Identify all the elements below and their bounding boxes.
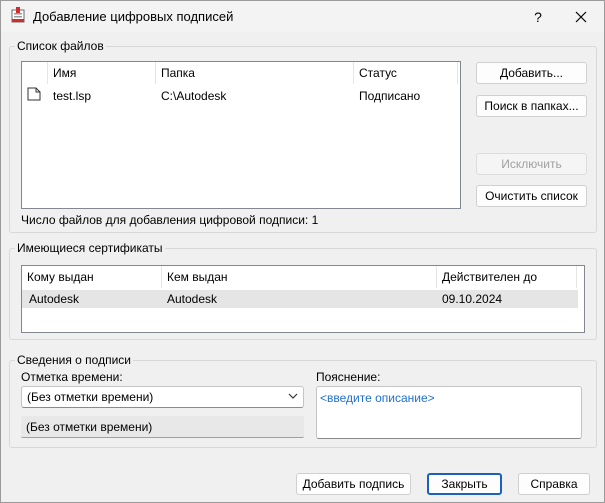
add-signature-button[interactable]: Добавить подпись xyxy=(296,473,411,495)
close-icon xyxy=(575,11,587,22)
window-title: Добавление цифровых подписей xyxy=(33,9,234,24)
close-button[interactable]: Закрыть xyxy=(427,473,502,495)
clear-list-button[interactable]: Очистить список xyxy=(476,185,587,207)
signature-group-label: Сведения о подписи xyxy=(15,353,133,367)
files-list[interactable]: Имя Папка Статус test.lsp C:\Autodesk По… xyxy=(21,61,461,209)
certs-col-valid-until[interactable]: Действителен до xyxy=(437,266,577,288)
search-folders-button[interactable]: Поиск в папках... xyxy=(476,95,587,117)
cert-valid-until: 09.10.2024 xyxy=(442,292,503,306)
timestamp-label: Отметка времени: xyxy=(21,370,123,384)
title-bar[interactable]: Добавление цифровых подписей ? xyxy=(1,1,604,32)
files-col-folder[interactable]: Папка xyxy=(156,62,354,84)
description-label: Пояснение: xyxy=(316,370,381,384)
description-placeholder: <введите описание> xyxy=(320,391,435,405)
timestamp-info-text: (Без отметки времени) xyxy=(26,420,153,434)
files-group-label: Список файлов xyxy=(15,39,106,53)
certs-col-issued-to[interactable]: Кому выдан xyxy=(22,266,162,288)
cert-issued-to: Autodesk xyxy=(29,292,80,306)
file-folder: C:\Autodesk xyxy=(161,89,227,103)
title-help-button[interactable]: ? xyxy=(516,1,560,32)
files-list-header: Имя Папка Статус xyxy=(22,62,458,84)
title-close-button[interactable] xyxy=(559,1,603,32)
document-icon xyxy=(27,87,41,101)
certs-list-header: Кому выдан Кем выдан Действителен до xyxy=(22,266,577,288)
timestamp-info-box: (Без отметки времени) xyxy=(21,416,304,438)
add-files-button[interactable]: Добавить... xyxy=(476,62,587,84)
dialog-window: Добавление цифровых подписей ? Список фа… xyxy=(0,0,605,503)
certs-col-issued-by[interactable]: Кем выдан xyxy=(162,266,437,288)
files-col-name[interactable]: Имя xyxy=(48,62,156,84)
help-button[interactable]: Справка xyxy=(518,473,590,495)
chevron-down-icon xyxy=(288,393,298,399)
files-count-label: Число файлов для добавления цифровой под… xyxy=(21,213,319,227)
timestamp-select[interactable]: (Без отметки времени) xyxy=(21,386,304,408)
certs-group-label: Имеющиеся сертификаты xyxy=(15,241,165,255)
certs-list[interactable]: Кому выдан Кем выдан Действителен до Aut… xyxy=(21,265,585,333)
file-icon-cell xyxy=(22,87,48,105)
description-field[interactable]: <введите описание> xyxy=(316,386,582,439)
file-name: test.lsp xyxy=(53,89,92,103)
signature-app-icon xyxy=(10,7,26,23)
cert-issued-by: Autodesk xyxy=(167,292,218,306)
file-status: Подписано xyxy=(359,89,421,103)
files-col-icon[interactable] xyxy=(22,62,48,84)
table-row[interactable]: test.lsp C:\Autodesk Подписано xyxy=(22,87,458,105)
files-col-status[interactable]: Статус xyxy=(354,62,458,84)
exclude-button[interactable]: Исключить xyxy=(476,153,587,175)
table-row[interactable]: Autodesk Autodesk 09.10.2024 xyxy=(22,290,578,308)
timestamp-selected-value: (Без отметки времени) xyxy=(27,390,154,404)
